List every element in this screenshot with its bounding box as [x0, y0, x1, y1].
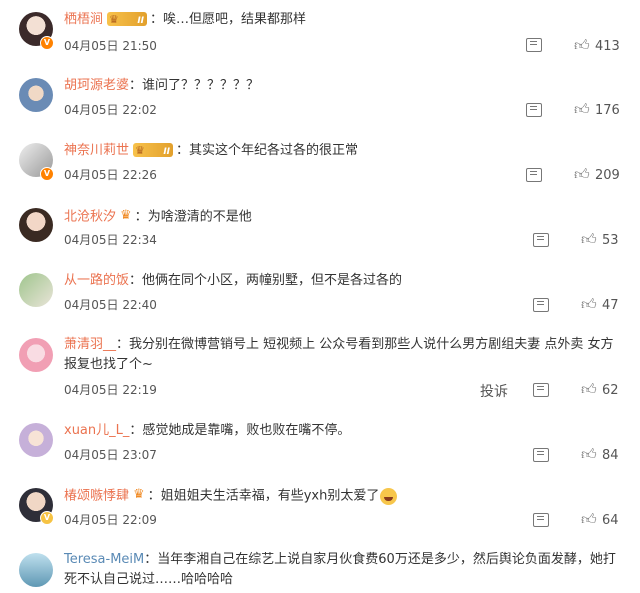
like-count: 84 — [602, 448, 619, 463]
like-count: 53 — [602, 233, 619, 248]
comment-icon[interactable] — [526, 38, 542, 52]
avatar[interactable] — [19, 553, 53, 587]
comment-time: 04月05日 22:40 — [64, 298, 157, 312]
verified-badge-icon: V — [40, 36, 54, 50]
username-link[interactable]: 萧清羽__ — [64, 337, 116, 352]
comment-text: 姐姐姐夫生活幸福，有些yxh别太爱了 — [160, 488, 380, 504]
avatar[interactable] — [19, 78, 53, 112]
comment-time: 04月05日 22:02 — [64, 103, 157, 117]
comment-text: 感觉她成是靠嘴，败也败在嘴不停。 — [142, 423, 351, 438]
like-count: 47 — [602, 298, 619, 313]
report-button[interactable]: 投诉 — [480, 381, 508, 401]
vip-badge-icon[interactable]: ♛ II — [133, 142, 174, 157]
avatar[interactable] — [19, 338, 53, 372]
comment-time: 04月05日 23:07 — [64, 448, 157, 462]
comment-text: 其实这个年纪各过各的很正常 — [189, 143, 359, 158]
username-link[interactable]: 北沧秋汐 — [64, 210, 116, 225]
comment-icon[interactable] — [533, 383, 549, 397]
like-count: 209 — [595, 168, 620, 183]
thumbs-up-icon[interactable]: 👍︎ — [581, 295, 597, 314]
like-count: 62 — [602, 383, 619, 398]
like-count: 64 — [602, 513, 619, 528]
comment-time: 04月05日 22:19 — [64, 383, 157, 397]
comment-time: 04月05日 22:09 — [64, 513, 157, 527]
like-count: 413 — [595, 39, 620, 54]
comment-text: 唉…但愿吧，结果都那样 — [163, 12, 307, 27]
comment-text: 谁问了？？？？？？ — [142, 78, 260, 93]
verified-badge-icon: V — [40, 511, 54, 525]
username-link[interactable]: Teresa-MeiM — [64, 552, 144, 567]
comment-text: 他俩在同个小区，两幢别墅，但不是各过各的 — [142, 273, 403, 288]
comment-text: 为啥澄清的不是他 — [147, 209, 252, 225]
comment-icon[interactable] — [526, 168, 542, 182]
crown-badge-icon[interactable]: ♛ — [120, 207, 132, 225]
laughing-emoji-icon — [380, 487, 398, 505]
verified-badge-icon: V — [40, 167, 54, 181]
avatar[interactable] — [19, 273, 53, 307]
username-link[interactable]: 神奈川莉世 — [64, 143, 129, 158]
comment-icon[interactable] — [533, 233, 549, 247]
username-link[interactable]: xuan儿_L_ — [64, 423, 129, 438]
crown-badge-icon[interactable]: ♛ — [133, 486, 145, 504]
comment-icon[interactable] — [533, 448, 549, 462]
vip-badge-icon[interactable]: ♛ II — [107, 11, 148, 26]
username-link[interactable]: 栖梧涧 — [64, 12, 103, 27]
comment-time: 04月05日 22:26 — [64, 168, 157, 182]
username-link[interactable]: 胡珂源老婆 — [64, 78, 129, 93]
avatar[interactable] — [19, 423, 53, 457]
comment-icon[interactable] — [526, 103, 542, 117]
thumbs-up-icon[interactable]: 👍︎ — [574, 36, 590, 55]
comment-time: 04月05日 22:34 — [64, 233, 157, 247]
username-link[interactable]: 椿颂嗾悸肆 — [64, 489, 129, 504]
thumbs-up-icon[interactable]: 👍︎ — [581, 230, 597, 249]
thumbs-up-icon[interactable]: 👍︎ — [581, 445, 597, 464]
comment-icon[interactable] — [533, 298, 549, 312]
comment-time: 04月05日 21:50 — [64, 39, 157, 53]
comment-text: 我分别在微博营销号上 短视频上 公众号看到那些人说什么男方剧组夫妻 点外卖 女方… — [64, 337, 614, 372]
comment-icon[interactable] — [533, 513, 549, 527]
thumbs-up-icon[interactable]: 👍︎ — [581, 510, 597, 529]
avatar[interactable] — [19, 208, 53, 242]
thumbs-up-icon[interactable]: 👍︎ — [581, 380, 597, 399]
like-count: 176 — [595, 103, 620, 118]
thumbs-up-icon[interactable]: 👍︎ — [574, 165, 590, 184]
username-link[interactable]: 从一路的饭 — [64, 273, 129, 288]
thumbs-up-icon[interactable]: 👍︎ — [574, 100, 590, 119]
